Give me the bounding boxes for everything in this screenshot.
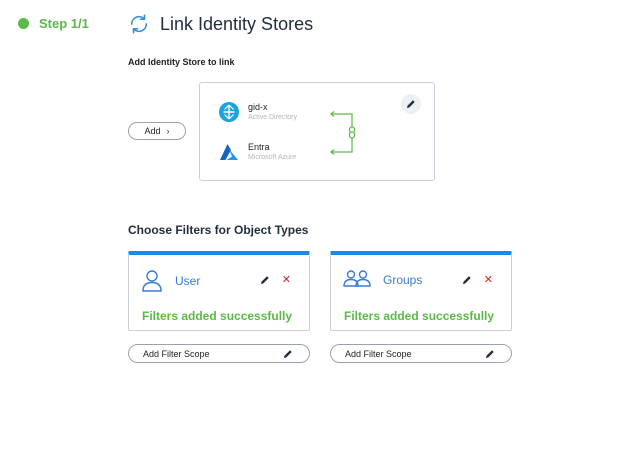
chevron-right-icon: ›	[166, 126, 170, 136]
remove-filter-close-icon[interactable]: ✕	[484, 275, 493, 286]
store-name: gid-x	[248, 102, 268, 112]
filters-section-title: Choose Filters for Object Types	[128, 223, 309, 237]
object-type-name: User	[175, 274, 201, 288]
add-identity-store-button[interactable]: Add ›	[128, 122, 186, 140]
scope-button-label: Add Filter Scope	[143, 348, 210, 359]
filter-status-text: Filters added successfully	[344, 309, 495, 323]
pencil-icon	[407, 100, 415, 108]
filter-status-text: Filters added successfully	[142, 309, 293, 323]
object-type-name: Groups	[383, 273, 423, 287]
step-indicator: Step 1/1	[18, 16, 89, 31]
scope-button-label: Add Filter Scope	[345, 348, 412, 359]
edit-filter-pencil-icon[interactable]	[462, 275, 472, 285]
groups-icon	[343, 270, 371, 287]
page-title: Link Identity Stores	[160, 13, 314, 34]
add-button-label: Add	[144, 126, 161, 136]
add-filter-scope-button-groups[interactable]: Add Filter Scope	[330, 344, 512, 363]
store-type: Microsoft Azure	[248, 154, 297, 161]
step-label: Step 1/1	[39, 16, 89, 31]
store-item-entra: Entra Microsoft Azure	[218, 141, 296, 163]
object-card-actions: ✕	[260, 275, 291, 286]
page-header: Link Identity Stores	[128, 13, 313, 35]
link-section-label: Add Identity Store to link	[128, 57, 235, 67]
edit-links-button[interactable]	[401, 94, 421, 114]
object-card-header: User	[141, 269, 200, 293]
store-name: Entra	[248, 142, 270, 152]
object-card-groups: Groups ✕ Filters added successfully	[330, 251, 512, 331]
user-icon	[142, 270, 162, 292]
pencil-icon	[284, 349, 292, 358]
add-filter-scope-button-user[interactable]: Add Filter Scope	[128, 344, 310, 363]
linked-stores-card: gid-x Active Directory Entra Microsoft A…	[199, 82, 435, 181]
object-card-header: Groups	[343, 269, 422, 291]
object-card-user: User ✕ Filters added successfully	[128, 251, 310, 331]
step-status-dot	[18, 18, 29, 29]
link-connector-icon	[330, 111, 356, 155]
object-card-actions: ✕	[462, 275, 493, 286]
store-item-gid-x: gid-x Active Directory	[218, 101, 297, 123]
sync-icon	[130, 14, 148, 34]
edit-filter-pencil-icon[interactable]	[260, 275, 270, 285]
pencil-icon	[486, 349, 494, 358]
remove-filter-close-icon[interactable]: ✕	[282, 275, 291, 286]
azure-icon	[218, 141, 240, 163]
active-directory-icon	[218, 101, 240, 123]
store-type: Active Directory	[248, 114, 298, 121]
